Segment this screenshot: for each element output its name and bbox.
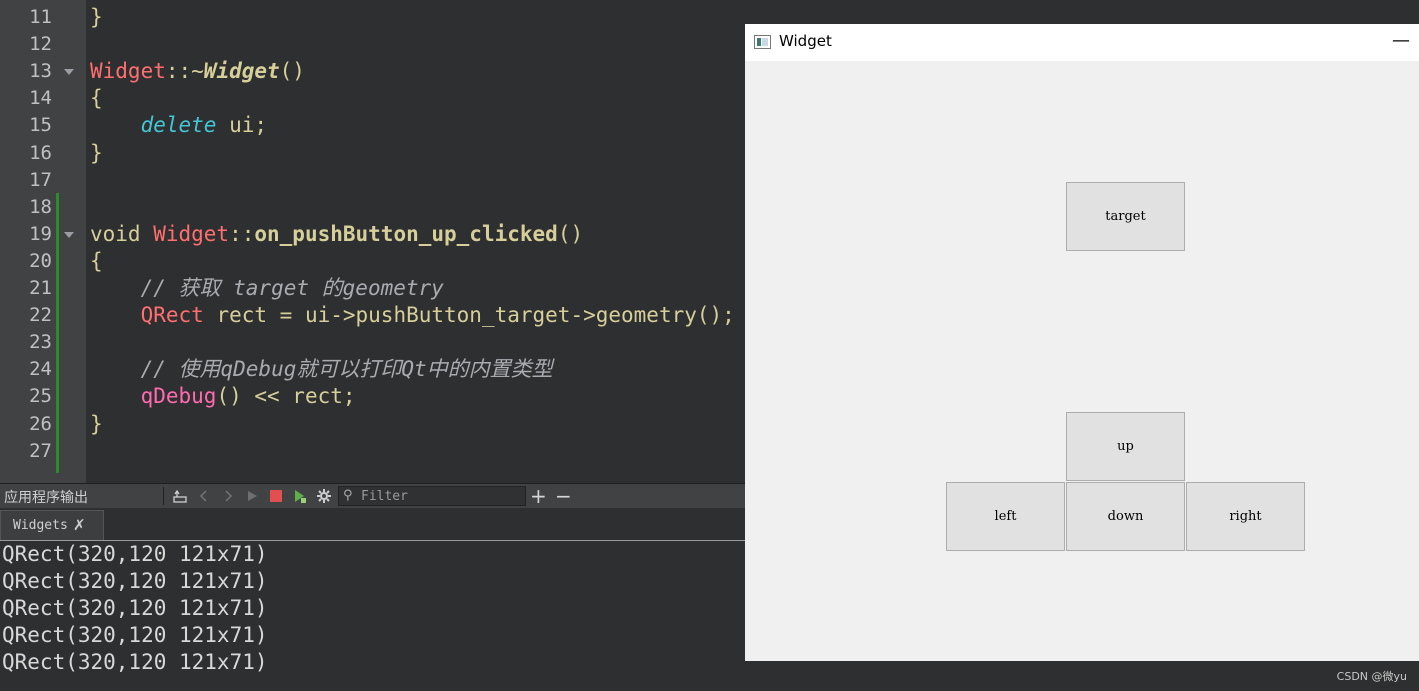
code-token: Widget <box>203 59 280 83</box>
line-number: 13 <box>29 60 52 82</box>
line-number: 15 <box>29 114 52 136</box>
close-icon[interactable]: ✗ <box>73 516 86 534</box>
code-token: Widget <box>90 59 166 83</box>
output-pane-toolbar: 应用程序输出 ⚲ + − <box>0 483 745 508</box>
code-token: void <box>90 222 154 246</box>
search-icon: ⚲ <box>343 488 353 503</box>
line-number: 17 <box>29 169 52 191</box>
log-line: QRect(320,120 121x71) <box>2 650 268 674</box>
app-window-icon <box>754 35 771 49</box>
code-token: { <box>90 86 103 110</box>
code-line[interactable]: { <box>90 248 103 275</box>
zoom-out-button[interactable]: − <box>555 484 572 508</box>
code-token: ui; <box>216 113 268 137</box>
code-token: () << rect; <box>216 384 356 408</box>
line-number: 27 <box>29 440 52 462</box>
code-line[interactable]: // 获取 target 的geometry <box>90 275 444 302</box>
code-line[interactable]: QRect rect = ui->pushButton_target->geom… <box>90 302 735 329</box>
code-token: } <box>90 5 103 29</box>
reattach-icon[interactable] <box>170 486 190 506</box>
code-line[interactable]: qDebug() << rect; <box>90 383 356 410</box>
code-token: } <box>90 412 103 436</box>
line-number: 19 <box>29 223 52 245</box>
toolbar-separator <box>163 487 164 505</box>
output-pane-title[interactable]: 应用程序输出 <box>4 487 88 507</box>
code-token: delete <box>140 113 217 137</box>
line-number: 26 <box>29 413 52 435</box>
line-number: 12 <box>29 33 52 55</box>
modified-lines-indicator <box>56 193 59 473</box>
code-token: // 使用qDebug就可以打印Qt中的内置类型 <box>140 357 553 381</box>
filter-input[interactable] <box>361 488 521 504</box>
left-button[interactable]: left <box>946 482 1065 551</box>
log-line: QRect(320,120 121x71) <box>2 542 268 566</box>
down-button[interactable]: down <box>1066 482 1185 551</box>
minimize-button[interactable]: — <box>1391 26 1411 56</box>
code-editor[interactable]: } Widget::~Widget(){ delete ui;} void Widg… <box>0 0 745 483</box>
code-line[interactable]: Widget::~Widget() <box>90 58 305 85</box>
code-line[interactable]: // 使用qDebug就可以打印Qt中的内置类型 <box>90 356 553 383</box>
code-line[interactable]: } <box>90 4 103 31</box>
code-line[interactable]: delete ui; <box>90 112 267 139</box>
code-token: () <box>557 222 584 246</box>
code-token: qDebug <box>140 384 217 408</box>
gear-icon[interactable] <box>314 486 334 506</box>
watermark: CSDN @微yu <box>1336 670 1407 683</box>
fold-arrow-icon[interactable] <box>64 232 74 238</box>
code-line[interactable]: } <box>90 140 103 167</box>
application-output-log[interactable]: QRect(320,120 121x71) QRect(320,120 121x… <box>0 541 745 691</box>
output-tab-bar: Widgets ✗ <box>0 508 745 541</box>
chevron-right-icon[interactable] <box>218 486 238 506</box>
tab-widgets[interactable]: Widgets ✗ <box>0 510 104 541</box>
code-token: :: <box>229 222 255 246</box>
tab-label: Widgets <box>13 518 68 533</box>
log-line: QRect(320,120 121x71) <box>2 569 268 593</box>
code-token: // 获取 target 的geometry <box>140 276 444 300</box>
code-token: QRect <box>140 303 204 327</box>
code-token: Widget <box>153 222 230 246</box>
line-number: 20 <box>29 250 52 272</box>
line-number: 18 <box>29 196 52 218</box>
log-line: QRect(320,120 121x71) <box>2 596 268 620</box>
code-line[interactable]: } <box>90 411 103 438</box>
code-token: rect = ui->pushButton_target->geometry()… <box>203 303 735 327</box>
line-number: 22 <box>29 304 52 326</box>
window-title-bar[interactable]: Widget — <box>745 24 1419 61</box>
up-button[interactable]: up <box>1066 412 1185 481</box>
line-number: 11 <box>29 6 52 28</box>
line-number: 25 <box>29 385 52 407</box>
code-line[interactable]: { <box>90 85 103 112</box>
code-token: } <box>90 141 103 165</box>
chevron-left-icon[interactable] <box>194 486 214 506</box>
line-number: 23 <box>29 331 52 353</box>
stop-icon[interactable] <box>266 486 286 506</box>
code-line[interactable]: void Widget::on_pushButton_up_clicked() <box>90 221 583 248</box>
window-title: Widget <box>779 32 832 50</box>
line-number: 14 <box>29 87 52 109</box>
filter-box[interactable]: ⚲ <box>338 486 526 506</box>
target-button[interactable]: target <box>1066 182 1185 251</box>
widget-window: Widget — target up left down right <box>745 24 1419 661</box>
fold-arrow-icon[interactable] <box>64 69 74 75</box>
line-number: 16 <box>29 142 52 164</box>
right-button[interactable]: right <box>1186 482 1305 551</box>
debug-run-icon[interactable] <box>290 486 310 506</box>
code-token: on_pushButton_up_clicked <box>254 222 558 246</box>
code-token: { <box>90 249 103 273</box>
code-token: () <box>279 59 305 83</box>
zoom-in-button[interactable]: + <box>530 484 547 508</box>
line-number: 24 <box>29 358 52 380</box>
run-icon[interactable] <box>242 486 262 506</box>
code-token: ::~ <box>165 59 204 83</box>
log-line: QRect(320,120 121x71) <box>2 623 268 647</box>
line-number: 21 <box>29 277 52 299</box>
